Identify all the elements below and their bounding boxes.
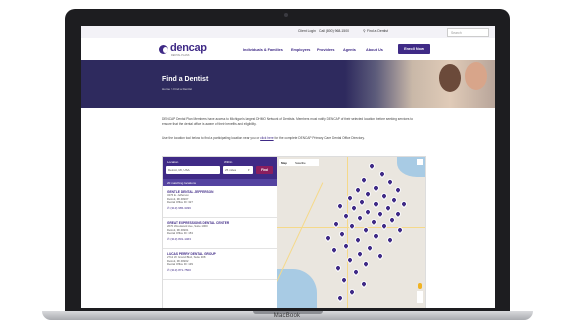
directory-link[interactable]: click here — [260, 136, 273, 140]
map-marker-icon[interactable] — [375, 251, 385, 261]
map-marker-icon[interactable] — [341, 241, 351, 251]
location-label: Location — [167, 160, 179, 164]
road — [347, 157, 348, 308]
map-view[interactable]: Map Satellite — [277, 157, 425, 308]
laptop-screen: Client Login Call (800) 968-1500 ⚲ Find … — [81, 26, 495, 308]
map-marker-icon[interactable] — [393, 209, 403, 219]
map-marker-icon[interactable] — [357, 197, 367, 207]
map-marker-icon[interactable] — [335, 293, 345, 303]
lake-erie — [277, 269, 317, 308]
directory-paragraph: Use the location tool below to find a pa… — [162, 136, 365, 140]
street-view-icon[interactable] — [418, 283, 422, 289]
map-marker-icon[interactable] — [355, 249, 365, 259]
site-search-input[interactable]: Search — [447, 28, 489, 37]
fullscreen-icon[interactable] — [417, 159, 423, 165]
camera-icon — [284, 13, 288, 17]
zoom-control[interactable] — [417, 291, 423, 303]
map-marker-icon[interactable] — [333, 263, 343, 273]
divider — [163, 217, 277, 218]
nav-about-us[interactable]: About Us — [366, 48, 383, 52]
map-type-tabs: Map Satellite — [279, 159, 319, 166]
hero-person — [465, 62, 487, 90]
map-pin-icon: ⚲ — [363, 29, 366, 33]
map-marker-icon[interactable] — [367, 161, 377, 171]
map-marker-icon[interactable] — [371, 199, 381, 209]
map-marker-icon[interactable] — [363, 189, 373, 199]
map-marker-icon[interactable] — [323, 233, 333, 243]
map-marker-icon[interactable] — [347, 221, 357, 231]
within-label: Within — [224, 160, 233, 164]
office-phone[interactable]: ✆ (313) 871-7500 — [167, 268, 271, 272]
map-marker-icon[interactable] — [369, 217, 379, 227]
results-panel: Location Within Detroit, MI, USA 25 mile… — [163, 157, 277, 308]
map-marker-icon[interactable] — [393, 185, 403, 195]
map-marker-icon[interactable] — [355, 213, 365, 223]
nav-agents[interactable]: Agents — [343, 48, 356, 52]
map-marker-icon[interactable] — [361, 259, 371, 269]
map-marker-icon[interactable] — [337, 229, 347, 239]
map-marker-icon[interactable] — [389, 195, 399, 205]
divider — [163, 279, 277, 280]
map-marker-icon[interactable] — [383, 203, 393, 213]
divider — [163, 248, 277, 249]
hero-banner — [81, 60, 495, 108]
map-marker-icon[interactable] — [385, 235, 395, 245]
result-count: 20 matching locations — [163, 179, 277, 186]
logo-icon[interactable] — [159, 45, 168, 54]
map-marker-icon[interactable] — [349, 203, 359, 213]
map-marker-icon[interactable] — [351, 267, 361, 277]
map-marker-icon[interactable] — [365, 243, 375, 253]
main-header — [81, 38, 495, 60]
hero-person — [439, 64, 461, 92]
list-item[interactable]: GREAT EXPRESSIONS DENTAL CENTER 2670 Woo… — [167, 221, 271, 241]
logo[interactable]: dencap — [170, 42, 207, 54]
find-dentist-link[interactable]: Find a Dentist — [367, 29, 388, 33]
list-item[interactable]: LUCAS PERRY DENTAL GROUP 2712 W. Grand B… — [167, 252, 271, 272]
map-marker-icon[interactable] — [375, 209, 385, 219]
utility-bar: Client Login Call (800) 968-1500 ⚲ Find … — [81, 26, 495, 38]
map-marker-icon[interactable] — [379, 221, 389, 231]
map-marker-icon[interactable] — [353, 185, 363, 195]
tab-map[interactable]: Map — [281, 161, 287, 165]
map-marker-icon[interactable] — [347, 287, 357, 297]
intro-paragraph: DENCAP Dental Plan Members have access t… — [162, 117, 413, 126]
nav-providers[interactable]: Providers — [317, 48, 335, 52]
office-phone[interactable]: ✆ (313) 831-1463 — [167, 237, 271, 241]
page-title: Find a Dentist — [162, 76, 209, 83]
map-marker-icon[interactable] — [353, 235, 363, 245]
chevron-down-icon: ▾ — [248, 168, 250, 172]
within-select[interactable]: 25 miles ▾ — [223, 166, 253, 174]
dentist-locator: Location Within Detroit, MI, USA 25 mile… — [162, 156, 426, 308]
map-marker-icon[interactable] — [341, 211, 351, 221]
map-marker-icon[interactable] — [399, 199, 409, 209]
client-login-link[interactable]: Client Login — [298, 29, 316, 33]
list-item[interactable]: GENTLE DENTAL JEFFERSON 3476 E. Jefferso… — [167, 190, 271, 210]
nav-individuals[interactable]: Individuals & Families — [243, 48, 283, 52]
breadcrumb[interactable]: Home > Find a Dentist — [162, 87, 192, 91]
map-marker-icon[interactable] — [359, 175, 369, 185]
map-marker-icon[interactable] — [371, 183, 381, 193]
map-marker-icon[interactable] — [329, 245, 339, 255]
nav-employers[interactable]: Employers — [291, 48, 310, 52]
map-marker-icon[interactable] — [363, 207, 373, 217]
map-marker-icon[interactable] — [359, 279, 369, 289]
enroll-now-button[interactable]: Enroll Now — [398, 44, 430, 54]
location-input[interactable]: Detroit, MI, USA — [166, 166, 220, 174]
phone-link[interactable]: Call (800) 968-1500 — [319, 29, 349, 33]
logo-subtitle: DENTAL PLANS — [171, 54, 190, 57]
map-marker-icon[interactable] — [377, 169, 387, 179]
office-phone[interactable]: ✆ (313) 965-3336 — [167, 206, 271, 210]
laptop-lid: Client Login Call (800) 968-1500 ⚲ Find … — [65, 9, 510, 314]
find-button[interactable]: Find — [256, 166, 273, 174]
map-marker-icon[interactable] — [335, 201, 345, 211]
map-marker-icon[interactable] — [385, 177, 395, 187]
tab-satellite[interactable]: Satellite — [295, 161, 306, 165]
laptop-brand: MacBook — [273, 313, 301, 319]
map-marker-icon[interactable] — [371, 231, 381, 241]
map-marker-icon[interactable] — [379, 191, 389, 201]
locator-search-bar: Location Within Detroit, MI, USA 25 mile… — [163, 157, 277, 179]
map-marker-icon[interactable] — [387, 215, 397, 225]
